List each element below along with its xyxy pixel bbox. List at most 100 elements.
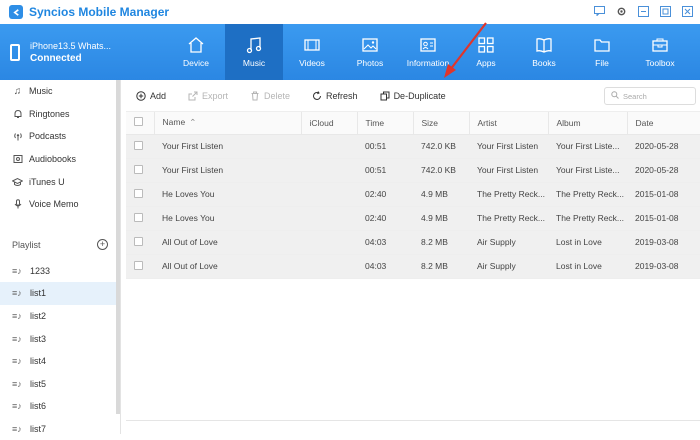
cell-name: He Loves You — [154, 206, 301, 231]
playlist-item[interactable]: ≡♪ list4 — [0, 350, 120, 373]
tab-device[interactable]: Device — [167, 24, 225, 80]
search-placeholder: Search — [623, 91, 647, 101]
table-row[interactable]: Your First Listen 00:51 742.0 KB Your Fi… — [126, 134, 700, 159]
main-panel: Add Export Delete Refresh De-Duplicate S… — [126, 80, 700, 434]
row-checkbox[interactable] — [134, 260, 143, 270]
photo-icon — [362, 38, 378, 52]
device-info[interactable]: iPhone13.5 Whats... Connected — [0, 24, 160, 80]
playlist-item[interactable]: ≡♪ list6 — [0, 395, 120, 418]
sidebar-item-ringtones[interactable]: Ringtones — [0, 103, 120, 126]
playlist-label: list5 — [30, 378, 47, 389]
tab-apps[interactable]: Apps — [457, 24, 515, 80]
cell-artist: The Pretty Reck... — [469, 206, 548, 231]
tab-label: Books — [532, 58, 556, 68]
sidebar-item-label: Voice Memo — [29, 199, 79, 210]
cell-album: Lost in Love — [548, 230, 627, 255]
settings-gear-icon[interactable] — [614, 4, 628, 18]
cell-date: 2019-03-08 — [627, 230, 700, 255]
graduation-cap-icon — [12, 176, 23, 187]
col-header-time[interactable]: Time — [357, 112, 414, 135]
cell-icloud — [301, 182, 357, 207]
toolbox-icon — [652, 38, 668, 52]
table-row[interactable]: Your First Listen 00:51 742.0 KB Your Fi… — [126, 158, 700, 183]
minimize-button[interactable] — [636, 4, 650, 18]
cell-name: He Loves You — [154, 182, 301, 207]
cell-date: 2015-01-08 — [627, 182, 700, 207]
tab-label: Videos — [299, 58, 325, 68]
sidebar-item-voice-memo[interactable]: Voice Memo — [0, 193, 120, 216]
col-header-name[interactable]: Name ⌃ — [154, 112, 302, 135]
table-row[interactable]: He Loves You 02:40 4.9 MB The Pretty Rec… — [126, 206, 700, 231]
playlist-item[interactable]: ≡♪ list7 — [0, 418, 120, 440]
sidebar-item-music[interactable]: ♫ Music — [0, 80, 120, 103]
row-checkbox[interactable] — [134, 140, 143, 150]
status-footer — [126, 420, 700, 434]
feedback-icon[interactable] — [592, 4, 606, 18]
tab-music[interactable]: Music — [225, 24, 283, 80]
col-header-size[interactable]: Size — [413, 112, 470, 135]
tab-books[interactable]: Books — [515, 24, 573, 80]
sidebar-item-itunes-u[interactable]: iTunes U — [0, 170, 120, 193]
col-header-date[interactable]: Date — [627, 112, 700, 135]
tab-toolbox[interactable]: Toolbox — [631, 24, 689, 80]
playlist-label: list1 — [30, 288, 47, 299]
export-button[interactable]: Export — [188, 91, 228, 101]
col-header-icloud[interactable]: iCloud — [301, 112, 358, 135]
select-all-cell[interactable] — [126, 112, 155, 135]
bell-icon — [12, 108, 23, 119]
cell-time: 04:03 — [357, 230, 413, 255]
add-button[interactable]: Add — [136, 91, 166, 101]
search-input[interactable]: Search — [604, 87, 696, 105]
cell-artist: Your First Listen — [469, 134, 548, 159]
delete-button[interactable]: Delete — [250, 91, 290, 101]
video-icon — [304, 39, 320, 51]
cell-artist: Air Supply — [469, 230, 548, 255]
row-checkbox[interactable] — [134, 236, 143, 246]
table-row[interactable]: All Out of Love 04:03 8.2 MB Air Supply … — [126, 230, 700, 255]
tab-file[interactable]: File — [573, 24, 631, 80]
maximize-button[interactable] — [658, 4, 672, 18]
de-duplicate-button[interactable]: De-Duplicate — [380, 91, 446, 101]
refresh-icon — [312, 90, 322, 101]
tab-videos[interactable]: Videos — [283, 24, 341, 80]
tab-photos[interactable]: Photos — [341, 24, 399, 80]
music-icon — [246, 37, 262, 54]
playlist-item[interactable]: ≡♪ list2 — [0, 305, 120, 328]
cell-album: The Pretty Reck... — [548, 206, 627, 231]
device-status: Connected — [30, 52, 82, 64]
sidebar-item-audiobooks[interactable]: Audiobooks — [0, 148, 120, 171]
delete-label: Delete — [264, 90, 291, 101]
home-icon — [188, 37, 204, 53]
table-row[interactable]: All Out of Love 04:03 8.2 MB Air Supply … — [126, 254, 700, 279]
refresh-button[interactable]: Refresh — [312, 91, 358, 101]
playlist-icon: ≡♪ — [12, 288, 22, 299]
cell-name: Your First Listen — [154, 158, 301, 183]
cell-icloud — [301, 158, 357, 183]
tab-label: File — [595, 58, 609, 68]
row-checkbox[interactable] — [134, 164, 143, 174]
refresh-label: Refresh — [326, 90, 358, 101]
cell-date: 2019-03-08 — [627, 254, 700, 279]
row-checkbox[interactable] — [134, 188, 143, 198]
close-button[interactable] — [680, 4, 694, 18]
sidebar-scrollbar[interactable] — [116, 80, 120, 414]
audiobook-icon — [12, 154, 23, 165]
sidebar-item-podcasts[interactable]: Podcasts — [0, 125, 120, 148]
tab-information[interactable]: Information — [399, 24, 457, 80]
add-playlist-icon[interactable]: + — [97, 239, 108, 251]
playlist-item[interactable]: ≡♪ 1233 — [0, 260, 120, 283]
playlist-item[interactable]: ≡♪ list3 — [0, 327, 120, 350]
cell-size: 4.9 MB — [413, 182, 469, 207]
select-all-checkbox[interactable] — [134, 117, 143, 127]
playlist-item[interactable]: ≡♪ list1 — [0, 282, 120, 305]
col-header-album[interactable]: Album — [548, 112, 628, 135]
cell-album: Your First Liste... — [548, 158, 627, 183]
row-checkbox[interactable] — [134, 212, 143, 222]
cell-icloud — [301, 206, 357, 231]
playlist-label: list7 — [30, 424, 47, 435]
table-row[interactable]: He Loves You 02:40 4.9 MB The Pretty Rec… — [126, 182, 700, 207]
playlist-item[interactable]: ≡♪ list5 — [0, 373, 120, 396]
col-header-artist[interactable]: Artist — [469, 112, 549, 135]
device-name: iPhone13.5 Whats... — [30, 40, 112, 51]
search-icon — [611, 91, 619, 101]
